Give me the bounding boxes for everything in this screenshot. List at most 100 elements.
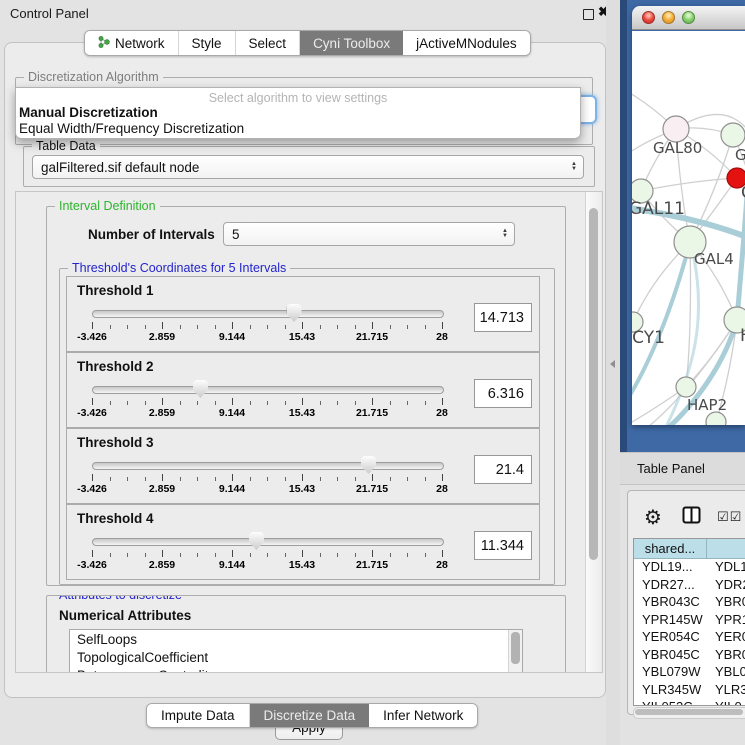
algorithm-option-manual[interactable]: Manual Discretization xyxy=(19,105,158,120)
mac-zoom-icon[interactable] xyxy=(682,11,695,24)
table-row[interactable]: YBL079WYBL0 xyxy=(634,664,745,682)
select-columns-icons[interactable]: ☑☑ xyxy=(717,510,742,525)
threshold-1-slider-handle[interactable] xyxy=(287,304,302,322)
cell-shared-name[interactable]: YBR043C xyxy=(634,594,707,612)
cell-shared-name[interactable]: YDR27... xyxy=(634,577,707,595)
attributes-group-title: Attributes to discretize xyxy=(55,595,186,602)
node-table[interactable]: shared... na YDL19...YDL1YDR27...YDR2YBR… xyxy=(633,538,745,706)
number-of-intervals-spinner[interactable]: 5 ▲▼ xyxy=(223,222,515,246)
threshold-2-tick-labels: -3.4262.8599.14415.4321.71528 xyxy=(67,407,539,420)
cell-shared-name[interactable]: YLR345W xyxy=(634,682,707,700)
cell-name[interactable]: YBL0 xyxy=(707,664,745,682)
threshold-2-slider-handle[interactable] xyxy=(193,380,208,398)
cell-name[interactable]: YBR0 xyxy=(707,647,745,665)
column-header-name[interactable]: na xyxy=(707,539,745,559)
threshold-4-ticks xyxy=(67,550,539,558)
network-view[interactable]: GAL80GAGAL11CGAL4GCY1HHAP2 xyxy=(632,31,745,425)
threshold-2-slider-track[interactable] xyxy=(92,386,444,394)
settings-scroll-area: Interval Definition Number of Intervals … xyxy=(15,191,603,673)
threshold-4-tick-labels: -3.4262.8599.14415.4321.71528 xyxy=(67,559,539,572)
algorithm-option-equal-width[interactable]: Equal Width/Frequency Discretization xyxy=(19,121,244,136)
network-node-label: HAP2 xyxy=(687,396,727,414)
cell-name[interactable]: YDR2 xyxy=(707,577,745,595)
mac-minimize-icon[interactable] xyxy=(662,11,675,24)
list-item[interactable]: BetweennessCentrality xyxy=(77,668,215,673)
table-panel-title: Table Panel xyxy=(637,461,705,476)
table-row[interactable]: YDL19...YDL1 xyxy=(634,559,745,577)
gear-icon[interactable]: ⚙ xyxy=(644,505,662,529)
tab-discretize-data[interactable]: Discretize Data xyxy=(250,704,370,727)
threshold-1-slider-track[interactable] xyxy=(92,310,444,318)
tab-style[interactable]: Style xyxy=(179,31,236,55)
threshold-3-slider-handle[interactable] xyxy=(361,456,376,474)
column-header-shared-name[interactable]: shared... xyxy=(634,539,707,559)
table-row[interactable]: YER054CYER0 xyxy=(634,629,745,647)
network-window-titlebar[interactable] xyxy=(632,6,745,30)
tab-cyni-toolbox[interactable]: Cyni Toolbox xyxy=(300,31,403,55)
column-layout-icon[interactable] xyxy=(682,506,701,529)
threshold-2-ticks xyxy=(67,398,539,406)
cell-name[interactable]: YIL0 xyxy=(707,699,745,706)
discretization-algorithm-group-title: Discretization Algorithm xyxy=(24,70,163,84)
threshold-coordinates-group: Threshold's Coordinates for 5 Intervals … xyxy=(59,268,555,585)
cell-name[interactable]: YER0 xyxy=(707,629,745,647)
table-header-row: shared... na xyxy=(634,539,745,559)
cell-shared-name[interactable]: YDL19... xyxy=(634,559,707,577)
table-rows: YDL19...YDL1YDR27...YDR2YBR043CYBR0YPR14… xyxy=(634,559,745,706)
network-svg: GAL80GAGAL11CGAL4GCY1HHAP2 xyxy=(632,31,745,425)
settings-scrollbar-thumb[interactable] xyxy=(589,208,598,560)
threshold-2-value-field[interactable]: 6.316 xyxy=(474,379,532,408)
table-row[interactable]: YPR145WYPR1 xyxy=(634,612,745,630)
table-row[interactable]: YBR043CYBR0 xyxy=(634,594,745,612)
threshold-2-label: Threshold 2 xyxy=(77,359,154,374)
table-data-combobox[interactable]: galFiltered.sif default node ▲▼ xyxy=(32,155,584,179)
table-hscrollbar[interactable] xyxy=(633,707,745,719)
network-node-label: GAL4 xyxy=(694,250,734,268)
tab-impute-data[interactable]: Impute Data xyxy=(147,704,250,727)
interval-definition-group: Interval Definition Number of Intervals … xyxy=(46,206,566,586)
network-node-label: GCY1 xyxy=(632,328,665,348)
attributes-group: Attributes to discretize Numerical Attri… xyxy=(46,595,566,673)
tab-network-label: Network xyxy=(115,36,165,51)
threshold-3-value-field[interactable]: 21.4 xyxy=(474,455,532,484)
cell-shared-name[interactable]: YBL079W xyxy=(634,664,707,682)
threshold-1-value-field[interactable]: 14.713 xyxy=(474,303,532,332)
cell-name[interactable]: YDL1 xyxy=(707,559,745,577)
threshold-4-label: Threshold 4 xyxy=(77,511,154,526)
threshold-4-slider-handle[interactable] xyxy=(249,532,264,550)
cell-shared-name[interactable]: YER054C xyxy=(634,629,707,647)
table-row[interactable]: YLR345WYLR3 xyxy=(634,682,745,700)
cell-shared-name[interactable]: YIL052C xyxy=(634,699,707,706)
tab-network[interactable]: Network xyxy=(85,31,179,55)
settings-scrollbar[interactable] xyxy=(585,192,602,672)
mac-close-icon[interactable] xyxy=(642,11,655,24)
cell-name[interactable]: YLR3 xyxy=(707,682,745,700)
threshold-coordinates-title: Threshold's Coordinates for 5 Intervals xyxy=(68,261,290,275)
cell-name[interactable]: YBR0 xyxy=(707,594,745,612)
threshold-3-tick-labels: -3.4262.8599.14415.4321.71528 xyxy=(67,483,539,496)
cell-name[interactable]: YPR1 xyxy=(707,612,745,630)
network-node[interactable] xyxy=(721,123,745,147)
list-scrollbar[interactable] xyxy=(508,630,522,673)
table-data-value: galFiltered.sif default node xyxy=(41,160,199,175)
tab-select[interactable]: Select xyxy=(236,31,301,55)
float-window-icon[interactable] xyxy=(583,9,594,20)
cell-shared-name[interactable]: YPR145W xyxy=(634,612,707,630)
cell-shared-name[interactable]: YBR045C xyxy=(634,647,707,665)
splitter-grip-icon[interactable] xyxy=(610,360,615,368)
tab-infer-network[interactable]: Infer Network xyxy=(369,704,477,727)
algorithm-dropdown-popup: Select algorithm to view settings Manual… xyxy=(15,87,581,139)
tab-jactivemnodules[interactable]: jActiveMNodules xyxy=(403,31,530,55)
table-row[interactable]: YDR27...YDR2 xyxy=(634,577,745,595)
network-node[interactable] xyxy=(676,377,696,397)
threshold-3-slider-track[interactable] xyxy=(92,462,444,470)
network-window: GAL80GAGAL11CGAL4GCY1HHAP2 xyxy=(632,6,745,425)
list-item[interactable]: TopologicalCoefficient xyxy=(77,650,208,665)
panel-splitter[interactable] xyxy=(606,0,620,745)
table-row[interactable]: YBR045CYBR0 xyxy=(634,647,745,665)
network-node-label: GAL11 xyxy=(632,199,685,219)
threshold-4-slider-track[interactable] xyxy=(92,538,444,546)
threshold-4-value-field[interactable]: 11.344 xyxy=(474,531,532,560)
table-row[interactable]: YIL052CYIL0 xyxy=(634,699,745,706)
list-item[interactable]: SelfLoops xyxy=(77,632,137,647)
